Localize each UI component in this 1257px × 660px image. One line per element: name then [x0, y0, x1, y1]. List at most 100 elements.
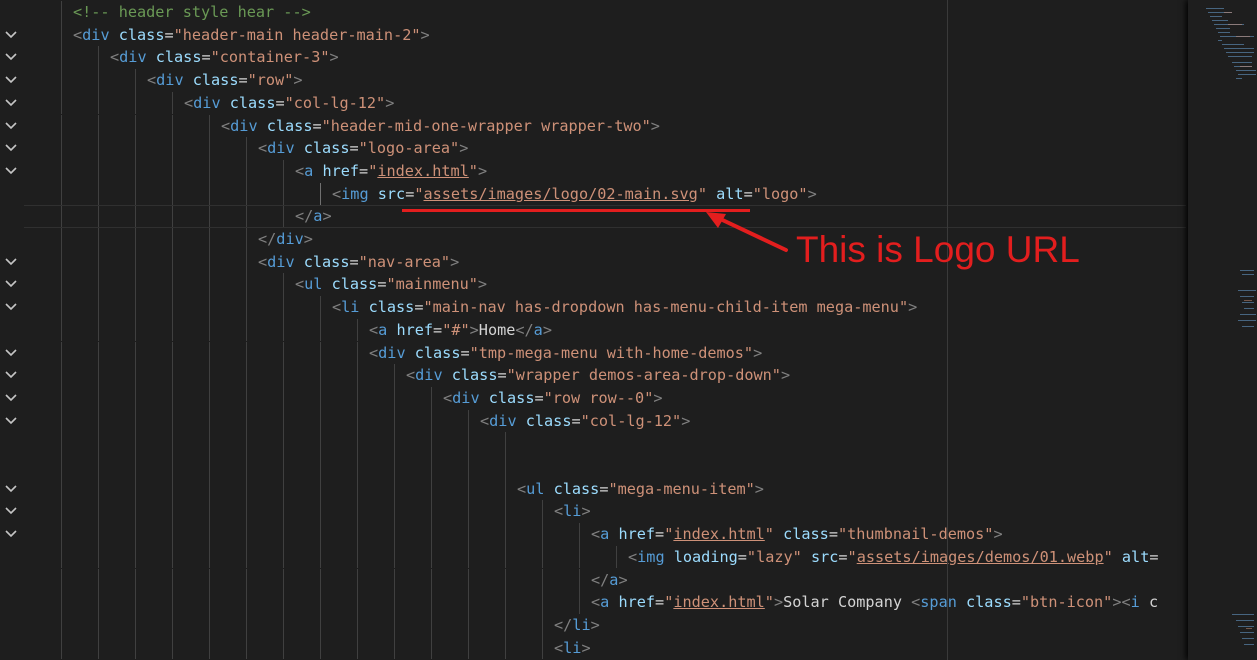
indent-guide [246, 545, 247, 569]
indent-guide [320, 568, 321, 592]
code-text: <a href="#">Home</a> [369, 319, 552, 342]
code-line[interactable]: <!-- header style hear --> [0, 1, 1188, 24]
indent-guide [135, 591, 136, 614]
indent-guide [320, 182, 321, 206]
chevron-down-icon[interactable] [3, 389, 19, 407]
chevron-down-icon[interactable] [3, 344, 19, 362]
code-text: <div class="container-3"> [110, 46, 339, 69]
indent-guide [172, 568, 173, 592]
code-token: > [329, 48, 339, 67]
indent-guide [61, 182, 62, 206]
chevron-down-icon[interactable] [3, 26, 19, 44]
code-line[interactable] [0, 455, 1188, 478]
indent-guide [61, 23, 62, 47]
indent-guide [468, 409, 469, 433]
code-line[interactable]: <li class="main-nav has-dropdown has-men… [0, 296, 1188, 319]
code-text: <a href="index.html">Solar Company <span… [591, 591, 1158, 614]
indent-guide [61, 613, 62, 637]
vertical-ruler [947, 0, 948, 660]
chevron-down-icon[interactable] [3, 253, 19, 271]
code-line[interactable]: <ul class="mainmenu"> [0, 273, 1188, 297]
indent-guide [505, 500, 506, 524]
chevron-down-icon[interactable] [3, 480, 19, 498]
code-line[interactable]: <ul class="mega-menu-item"> [0, 477, 1188, 501]
code-line[interactable]: <div class="container-3"> [0, 46, 1188, 70]
code-line[interactable]: <a href="index.html" class="thumbnail-de… [0, 523, 1188, 546]
code-token: = [349, 252, 359, 271]
indent-guide [283, 409, 284, 433]
code-token: loading [673, 547, 738, 566]
annotation-label: This is Logo URL [796, 229, 1080, 270]
chevron-down-icon[interactable] [3, 71, 19, 89]
code-line[interactable]: <div class="row row--0"> [0, 386, 1188, 410]
code-token: = [655, 593, 665, 612]
code-editor[interactable]: <!-- header style hear --> <div class="he… [0, 0, 1188, 660]
chevron-down-icon[interactable] [3, 94, 19, 112]
indent-guide [209, 205, 210, 228]
code-line[interactable]: <div class="tmp-mega-menu with-home-demo… [0, 341, 1188, 365]
chevron-down-icon[interactable] [3, 502, 19, 520]
code-token: < [332, 184, 342, 203]
code-token: alt [716, 184, 744, 203]
code-line[interactable]: </a> [0, 568, 1188, 592]
chevron-down-icon[interactable] [3, 525, 19, 543]
chevron-down-icon[interactable] [3, 48, 19, 66]
code-text: <div class="header-main header-main-2"> [73, 24, 430, 47]
indent-guide [135, 159, 136, 183]
indent-guide [246, 591, 247, 614]
code-line[interactable]: <a href="index.html"> [0, 159, 1188, 183]
code-token: > [469, 320, 479, 339]
code-token: img [341, 184, 369, 203]
code-token: = [497, 366, 507, 385]
indent-guide [394, 613, 395, 637]
indent-guide [209, 545, 210, 569]
code-line[interactable]: </li> [0, 613, 1188, 637]
code-token: class [118, 25, 165, 44]
indent-guide [98, 318, 99, 342]
code-line[interactable] [0, 432, 1188, 455]
chevron-down-icon[interactable] [3, 412, 19, 430]
code-text: <!-- header style hear --> [73, 1, 311, 24]
code-line[interactable]: <div class="col-lg-12"> [0, 91, 1188, 115]
code-line[interactable]: <li> [0, 636, 1188, 660]
code-line[interactable]: <li> [0, 500, 1188, 524]
code-line[interactable]: <div class="header-main header-main-2"> [0, 23, 1188, 47]
code-line[interactable]: <div class="wrapper demos-area-drop-down… [0, 364, 1188, 387]
indent-guide [61, 205, 62, 228]
code-line[interactable]: <img src="assets/images/logo/02-main.svg… [0, 182, 1188, 206]
chevron-down-icon[interactable] [3, 366, 19, 384]
chevron-down-icon[interactable] [3, 162, 19, 180]
indent-guide [172, 205, 173, 228]
indent-guide [283, 477, 284, 501]
indent-guide [246, 568, 247, 592]
indent-guide [135, 341, 136, 365]
indent-guide [98, 477, 99, 501]
code-token: class [414, 343, 461, 362]
code-token: " [468, 161, 478, 180]
code-line[interactable]: <img loading="lazy" src="assets/images/d… [0, 545, 1188, 569]
indent-guide [394, 568, 395, 592]
code-text: <div class="header-mid-one-wrapper wrapp… [221, 115, 660, 138]
chevron-down-icon[interactable] [3, 117, 19, 135]
indent-guide [357, 409, 358, 433]
code-line[interactable]: <div class="row"> [0, 69, 1188, 92]
code-line[interactable]: <a href="index.html">Solar Company <span… [0, 591, 1188, 614]
code-line[interactable]: <div class="col-lg-12"> [0, 409, 1188, 433]
minimap[interactable] [1188, 0, 1257, 660]
chevron-down-icon[interactable] [3, 139, 19, 157]
indent-guide [468, 477, 469, 501]
chevron-down-icon[interactable] [3, 298, 19, 316]
indent-guide [172, 137, 173, 160]
code-line[interactable]: <div class="logo-area"> [0, 137, 1188, 160]
code-token: < [591, 593, 601, 612]
code-line[interactable]: <a href="#">Home</a> [0, 318, 1188, 342]
code-token: ul [526, 479, 545, 498]
code-line[interactable]: <div class="header-mid-one-wrapper wrapp… [0, 114, 1188, 138]
code-token: </ [554, 615, 573, 634]
chevron-down-icon[interactable] [3, 275, 19, 293]
